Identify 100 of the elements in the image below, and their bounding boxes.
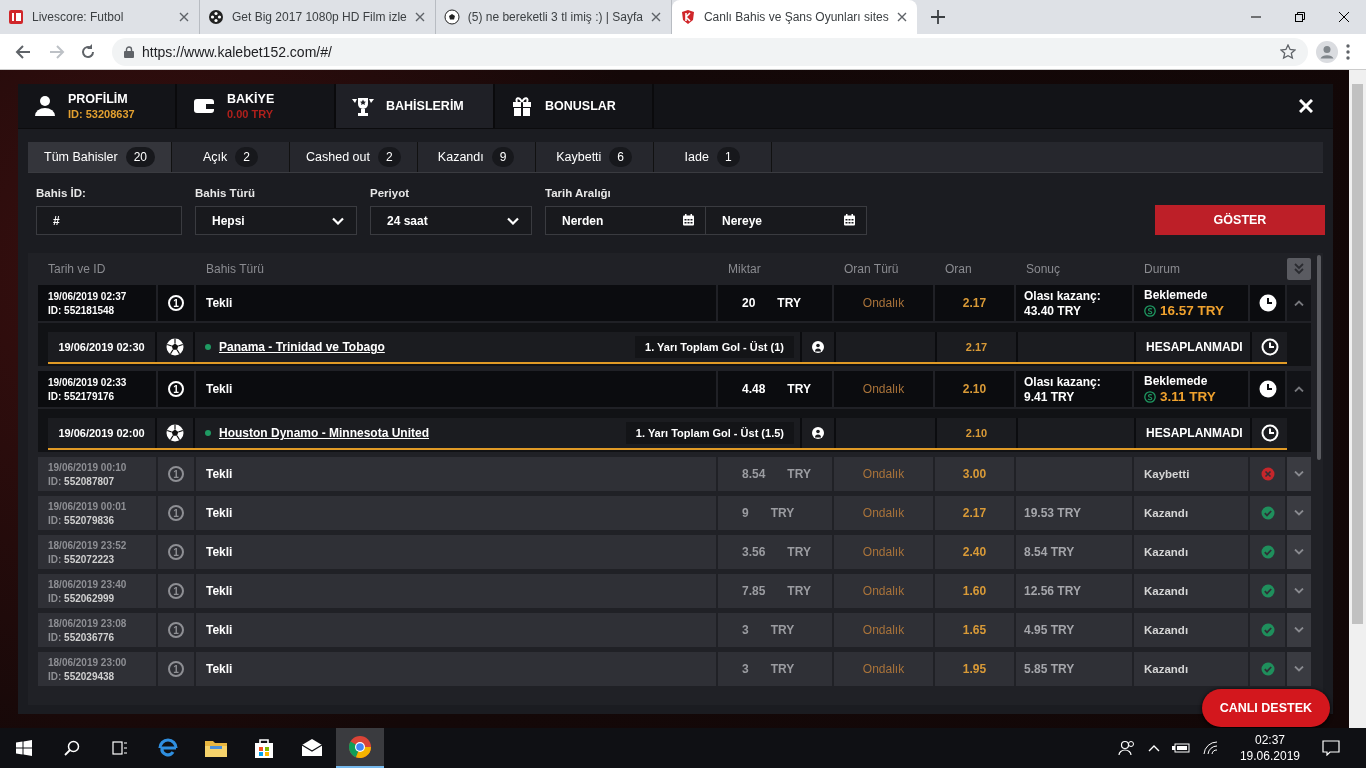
table-cell: Ondalık (834, 285, 933, 321)
cashout-amount: 16.57 TRY (1160, 303, 1225, 318)
result-amount: 8.54 TRY (1024, 545, 1075, 559)
bet-date: 19/06/2019 02:37 (48, 290, 127, 302)
field-label: Bahis Türü (195, 187, 257, 199)
column-header: Durum (1143, 262, 1181, 276)
table-cell: 1.60 (935, 574, 1014, 608)
dropdown[interactable]: 24 saat (370, 206, 532, 235)
tab-label: BONUSLAR (545, 99, 616, 113)
status-text: Beklemede (1144, 288, 1208, 302)
close-icon[interactable] (1339, 12, 1349, 22)
table-cell: Tekli (196, 285, 716, 321)
avatar-icon[interactable] (1316, 40, 1338, 63)
tab-subtitle: 0.00 TRY (227, 108, 275, 120)
search-icon[interactable] (64, 740, 80, 756)
account-tab[interactable]: BAHİSLERİM (336, 84, 495, 128)
count-badge: 2 (235, 147, 258, 167)
table-cell: Ondalık (834, 457, 933, 491)
bet-count: 1 (168, 505, 184, 521)
calendar-icon (844, 214, 855, 226)
status-text: Kazandı (1144, 546, 1189, 558)
table-cell: Ondalık (834, 371, 933, 407)
store-icon[interactable] (252, 736, 276, 760)
result-amount: 19.53 TRY (1024, 506, 1081, 520)
coin-icon (1144, 390, 1156, 403)
table-cell: 19/06/2019 02:30 (48, 332, 155, 362)
table-cell: Ondalık (834, 535, 933, 569)
result-amount: 12.56 TRY (1024, 584, 1081, 598)
result-amount: 43.40 TRY (1024, 303, 1081, 318)
notification-icon[interactable] (1322, 740, 1340, 756)
bet-date: 19/06/2019 02:33 (48, 376, 127, 388)
maximize-icon[interactable] (1295, 12, 1305, 22)
task-view-icon[interactable] (112, 740, 128, 756)
people-icon[interactable] (1117, 740, 1136, 756)
bet-date: 18/06/2019 23:40 (48, 578, 127, 590)
start-icon[interactable] (16, 740, 32, 756)
table-cell: Ondalık (834, 496, 933, 530)
dot-icon (205, 344, 211, 350)
bet-count: 1 (168, 661, 184, 677)
clock-icon (1260, 424, 1279, 442)
status-text: Kaybetti (1144, 468, 1190, 480)
bet-id: ID: 552087807 (48, 475, 115, 487)
currency-text: TRY (770, 662, 795, 676)
field-label: Periyot (370, 187, 410, 199)
currency-text: TRY (787, 382, 811, 396)
chevron-icon (507, 216, 519, 225)
table-cell: 1.65 (935, 613, 1014, 647)
star-icon[interactable] (1280, 43, 1296, 60)
clock-icon (1260, 338, 1279, 356)
caret-icon[interactable] (1147, 744, 1160, 752)
person-icon (812, 427, 824, 439)
filter-tab[interactable]: Tüm Bahisler 20 (28, 142, 172, 172)
tab-label: PROFİLİM (68, 92, 129, 106)
match-link[interactable]: Houston Dynamo - Minnesota United (219, 426, 429, 440)
bet-date: 18/06/2019 23:52 (48, 539, 127, 551)
battery-icon[interactable] (1171, 742, 1190, 754)
browser-tab[interactable]: Canlı Bahis ve Şans Oyunları sites (671, 0, 917, 34)
count-badge: 2 (377, 147, 401, 167)
site-icon (679, 9, 696, 25)
chevron-icon (1294, 666, 1304, 672)
chevron-icon (1294, 549, 1304, 555)
close-icon[interactable] (896, 12, 907, 22)
chrome-icon[interactable] (348, 735, 372, 759)
bet-count: 1 (168, 295, 184, 311)
input-field[interactable]: # (36, 206, 182, 235)
live-support-button[interactable]: CANLI DESTEK (1201, 689, 1330, 727)
gift-icon (511, 95, 533, 117)
currency-text: TRY (787, 584, 811, 598)
show-button[interactable]: GÖSTER (1155, 205, 1325, 235)
table-cell: Tekli (196, 613, 716, 647)
amount-text: 3.56 (742, 545, 766, 559)
address-bar[interactable]: https://www.kalebet152.com/#/ (112, 37, 1308, 66)
match-link[interactable]: Panama - Trinidad ve Tobago (219, 340, 385, 354)
bet-date: 18/06/2019 23:00 (48, 656, 127, 668)
field-label: Tarih Aralığı (545, 187, 612, 199)
bet-id: ID: 552079836 (48, 514, 115, 526)
currency-text: TRY (787, 467, 811, 481)
dot-icon (205, 430, 211, 436)
date-field[interactable]: Nereye (706, 206, 867, 235)
table-cell: Ondalık (834, 652, 933, 686)
date-field[interactable]: Nerden (545, 206, 706, 235)
status-text: Kazandı (1144, 663, 1189, 675)
new-tab-icon[interactable] (930, 10, 945, 24)
table-cell: Tekli (196, 371, 716, 407)
calendar-icon (683, 214, 694, 226)
wifi-icon[interactable] (1201, 741, 1218, 755)
table-cell: 19/06/2019 02:00 (48, 418, 155, 448)
soccer-ball-icon (166, 338, 184, 356)
table-cell: HESAPLANMADI (1136, 332, 1250, 362)
bet-id: ID: 552072223 (48, 553, 115, 565)
bet-id: ID: 552181548 (48, 304, 115, 316)
tab-label: BAKİYE (227, 92, 275, 106)
result-amount: 5.85 TRY (1024, 662, 1075, 676)
bet-date: 19/06/2019 00:01 (48, 500, 127, 512)
result-amount: 4.95 TRY (1024, 623, 1075, 637)
user-icon (34, 95, 56, 117)
site-icon (208, 9, 224, 25)
column-header: Oran (944, 262, 973, 276)
dropdown[interactable]: Hepsi (195, 206, 357, 235)
tab-label: BAHİSLERİM (386, 99, 464, 113)
